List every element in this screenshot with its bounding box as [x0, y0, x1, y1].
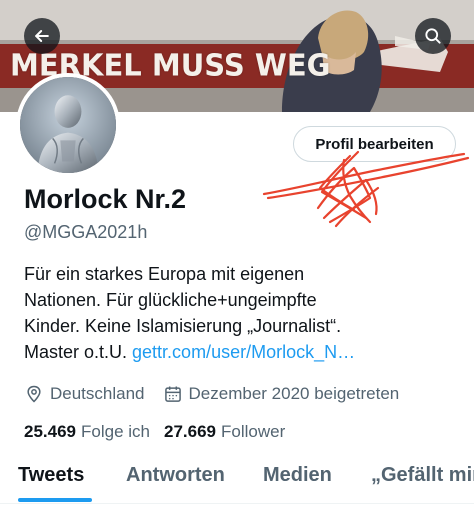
location: Deutschland: [24, 384, 145, 404]
bio-line: Nationen. Für glückliche+ungeimpfte: [24, 290, 317, 310]
bio-line-last: Master o.t.U. gettr.com/user/Morlock_N…: [24, 339, 454, 365]
location-pin-icon: [27, 385, 41, 403]
tab-replies[interactable]: Antworten: [126, 464, 225, 487]
tab-tweets[interactable]: Tweets: [18, 464, 84, 487]
followers-label: Follower: [220, 422, 286, 441]
profile-bio: Für ein starkes Europa mit eigenen Natio…: [24, 261, 454, 365]
tab-media[interactable]: Medien: [263, 464, 332, 487]
active-tab-indicator: [18, 498, 92, 502]
bio-line: Für ein starkes Europa mit eigenen: [24, 264, 305, 284]
avatar[interactable]: [16, 73, 120, 177]
calendar-icon: [164, 386, 181, 402]
profile-tabs: Tweets Antworten Medien „Gefällt mir“: [0, 458, 474, 502]
avatar-image: [20, 77, 116, 173]
following-label: Folge ich: [81, 422, 150, 441]
search-button[interactable]: [415, 18, 451, 54]
following-link[interactable]: 25.469 Folge ich: [24, 422, 150, 442]
edit-profile-button[interactable]: Profil bearbeiten: [293, 126, 456, 162]
bio-line: Kinder. Keine Islamisierung „Journalist“…: [24, 316, 342, 336]
display-name: Morlock Nr.2: [24, 184, 187, 214]
following-count: 25.469: [24, 422, 76, 441]
profile-meta: Deutschland Dezember 2020 beigetreten: [24, 382, 399, 406]
user-handle: @MGGA2021h: [24, 222, 148, 242]
arrow-left-icon: [35, 30, 49, 42]
location-text: Deutschland: [50, 384, 145, 403]
search-icon: [425, 28, 441, 44]
tabs-divider: [0, 503, 474, 504]
join-date: Dezember 2020 beigetreten: [163, 384, 400, 404]
back-button[interactable]: [24, 18, 60, 54]
tab-likes[interactable]: „Gefällt mir“: [371, 464, 474, 487]
bio-text: Master o.t.U.: [24, 342, 133, 362]
bio-link[interactable]: gettr.com/user/Morlock_N…: [132, 342, 355, 362]
follow-stats: 25.469 Folge ich 27.669 Follower: [24, 420, 285, 444]
followers-link[interactable]: 27.669 Follower: [164, 422, 285, 442]
join-date-text: Dezember 2020 beigetreten: [188, 384, 400, 403]
followers-count: 27.669: [163, 422, 216, 441]
